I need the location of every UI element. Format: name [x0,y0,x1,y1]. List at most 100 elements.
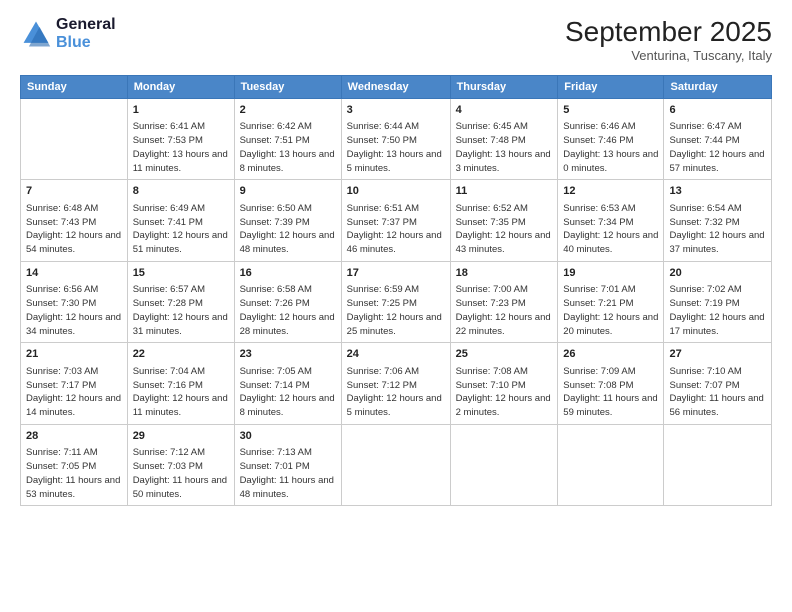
day-cell: 17 Sunrise: 6:59 AMSunset: 7:25 PMDayligh… [341,261,450,342]
day-number: 14 [26,266,122,281]
col-header-wednesday: Wednesday [341,76,450,99]
day-cell [664,424,772,505]
day-number: 10 [347,184,445,199]
day-cell: 7 Sunrise: 6:48 AMSunset: 7:43 PMDaylight… [21,180,128,261]
day-number: 5 [563,103,658,118]
day-number: 23 [240,347,336,362]
day-info: Sunrise: 7:13 AMSunset: 7:01 PMDaylight:… [240,446,336,501]
day-cell: 4 Sunrise: 6:45 AMSunset: 7:48 PMDaylight… [450,99,558,180]
day-number: 26 [563,347,658,362]
day-cell: 24 Sunrise: 7:06 AMSunset: 7:12 PMDayligh… [341,343,450,424]
day-info: Sunrise: 7:09 AMSunset: 7:08 PMDaylight:… [563,365,658,420]
day-cell: 19 Sunrise: 7:01 AMSunset: 7:21 PMDayligh… [558,261,664,342]
day-info: Sunrise: 7:04 AMSunset: 7:16 PMDaylight:… [133,365,229,420]
day-info: Sunrise: 6:41 AMSunset: 7:53 PMDaylight:… [133,120,229,175]
day-cell: 15 Sunrise: 6:57 AMSunset: 7:28 PMDayligh… [127,261,234,342]
day-info: Sunrise: 7:01 AMSunset: 7:21 PMDaylight:… [563,283,658,338]
day-cell: 21Sunrise: 7:03 AMSunset: 7:17 PMDayligh… [21,343,128,424]
day-cell: 14 Sunrise: 6:56 AMSunset: 7:30 PMDayligh… [21,261,128,342]
day-number: 30 [240,429,336,444]
day-cell: 12 Sunrise: 6:53 AMSunset: 7:34 PMDayligh… [558,180,664,261]
day-info: Sunrise: 6:49 AMSunset: 7:41 PMDaylight:… [133,202,229,257]
day-info: Sunrise: 6:44 AMSunset: 7:50 PMDaylight:… [347,120,445,175]
day-info: Sunrise: 7:08 AMSunset: 7:10 PMDaylight:… [456,365,553,420]
day-info: Sunrise: 7:10 AMSunset: 7:07 PMDaylight:… [669,365,766,420]
day-cell [21,99,128,180]
day-cell: 11 Sunrise: 6:52 AMSunset: 7:35 PMDayligh… [450,180,558,261]
day-cell [558,424,664,505]
col-header-monday: Monday [127,76,234,99]
calendar-table: SundayMondayTuesdayWednesdayThursdayFrid… [20,75,772,506]
day-cell: 26 Sunrise: 7:09 AMSunset: 7:08 PMDayligh… [558,343,664,424]
day-number: 4 [456,103,553,118]
header: General Blue September 2025 Venturina, T… [20,16,772,63]
day-info: Sunrise: 7:06 AMSunset: 7:12 PMDaylight:… [347,365,445,420]
day-number: 24 [347,347,445,362]
page: General Blue September 2025 Venturina, T… [0,0,792,612]
day-cell: 30 Sunrise: 7:13 AMSunset: 7:01 PMDayligh… [234,424,341,505]
day-cell: 23 Sunrise: 7:05 AMSunset: 7:14 PMDayligh… [234,343,341,424]
day-info: Sunrise: 6:52 AMSunset: 7:35 PMDaylight:… [456,202,553,257]
logo-text: General Blue [56,16,116,52]
col-header-friday: Friday [558,76,664,99]
day-info: Sunrise: 7:02 AMSunset: 7:19 PMDaylight:… [669,283,766,338]
day-number: 19 [563,266,658,281]
day-info: Sunrise: 6:57 AMSunset: 7:28 PMDaylight:… [133,283,229,338]
day-cell: 5Sunrise: 6:46 AMSunset: 7:46 PMDaylight… [558,99,664,180]
day-cell: 20 Sunrise: 7:02 AMSunset: 7:19 PMDayligh… [664,261,772,342]
day-cell: 28 Sunrise: 7:11 AMSunset: 7:05 PMDayligh… [21,424,128,505]
day-cell: 3Sunrise: 6:44 AMSunset: 7:50 PMDaylight… [341,99,450,180]
day-info: Sunrise: 7:11 AMSunset: 7:05 PMDaylight:… [26,446,122,501]
day-cell: 2Sunrise: 6:42 AMSunset: 7:51 PMDaylight… [234,99,341,180]
day-number: 29 [133,429,229,444]
week-row-1: 7 Sunrise: 6:48 AMSunset: 7:43 PMDaylight… [21,180,772,261]
day-number: 7 [26,184,122,199]
day-cell: 9Sunrise: 6:50 AMSunset: 7:39 PMDaylight… [234,180,341,261]
day-info: Sunrise: 7:03 AMSunset: 7:17 PMDaylight:… [26,365,122,420]
week-row-3: 21Sunrise: 7:03 AMSunset: 7:17 PMDayligh… [21,343,772,424]
day-info: Sunrise: 6:47 AMSunset: 7:44 PMDaylight:… [669,120,766,175]
day-info: Sunrise: 6:42 AMSunset: 7:51 PMDaylight:… [240,120,336,175]
day-cell: 13 Sunrise: 6:54 AMSunset: 7:32 PMDayligh… [664,180,772,261]
day-number: 25 [456,347,553,362]
col-header-sunday: Sunday [21,76,128,99]
day-number: 17 [347,266,445,281]
logo: General Blue [20,16,116,52]
day-info: Sunrise: 6:58 AMSunset: 7:26 PMDaylight:… [240,283,336,338]
day-number: 8 [133,184,229,199]
day-cell: 22 Sunrise: 7:04 AMSunset: 7:16 PMDayligh… [127,343,234,424]
col-header-saturday: Saturday [664,76,772,99]
day-number: 1 [133,103,229,118]
day-cell [450,424,558,505]
day-number: 15 [133,266,229,281]
day-info: Sunrise: 7:05 AMSunset: 7:14 PMDaylight:… [240,365,336,420]
day-number: 20 [669,266,766,281]
day-cell: 6 Sunrise: 6:47 AMSunset: 7:44 PMDaylight… [664,99,772,180]
week-row-4: 28 Sunrise: 7:11 AMSunset: 7:05 PMDayligh… [21,424,772,505]
day-number: 16 [240,266,336,281]
col-header-thursday: Thursday [450,76,558,99]
subtitle: Venturina, Tuscany, Italy [565,48,772,63]
day-number: 12 [563,184,658,199]
day-number: 13 [669,184,766,199]
day-number: 11 [456,184,553,199]
day-info: Sunrise: 6:48 AMSunset: 7:43 PMDaylight:… [26,202,122,257]
day-number: 18 [456,266,553,281]
day-info: Sunrise: 7:00 AMSunset: 7:23 PMDaylight:… [456,283,553,338]
day-number: 28 [26,429,122,444]
day-number: 9 [240,184,336,199]
day-info: Sunrise: 6:59 AMSunset: 7:25 PMDaylight:… [347,283,445,338]
col-header-tuesday: Tuesday [234,76,341,99]
day-info: Sunrise: 6:54 AMSunset: 7:32 PMDaylight:… [669,202,766,257]
day-info: Sunrise: 6:53 AMSunset: 7:34 PMDaylight:… [563,202,658,257]
day-info: Sunrise: 6:56 AMSunset: 7:30 PMDaylight:… [26,283,122,338]
day-cell: 10Sunrise: 6:51 AMSunset: 7:37 PMDayligh… [341,180,450,261]
day-cell: 29Sunrise: 7:12 AMSunset: 7:03 PMDayligh… [127,424,234,505]
day-info: Sunrise: 6:45 AMSunset: 7:48 PMDaylight:… [456,120,553,175]
month-title: September 2025 [565,16,772,48]
day-number: 22 [133,347,229,362]
day-cell: 16 Sunrise: 6:58 AMSunset: 7:26 PMDayligh… [234,261,341,342]
day-number: 6 [669,103,766,118]
day-cell: 18 Sunrise: 7:00 AMSunset: 7:23 PMDayligh… [450,261,558,342]
day-number: 27 [669,347,766,362]
